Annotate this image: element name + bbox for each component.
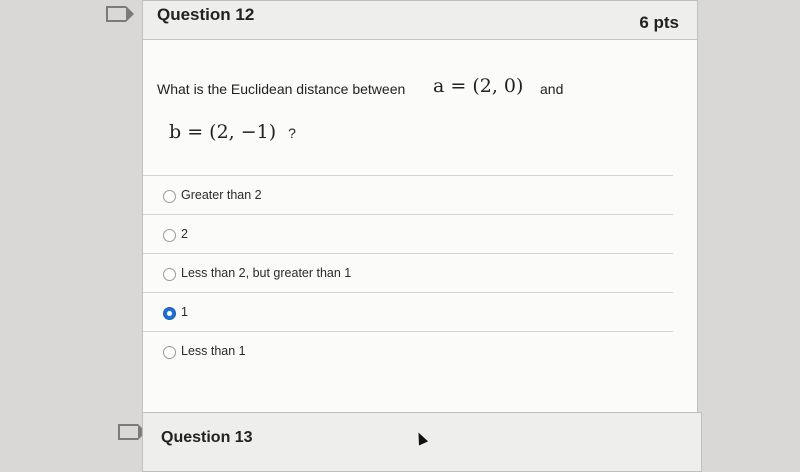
answer-label: Less than 1 — [181, 344, 246, 358]
bookmark-icon[interactable] — [106, 6, 134, 22]
radio-button[interactable] — [163, 190, 176, 203]
stem-line-2: b = (2, −1) ? — [169, 121, 296, 143]
answer-label: 1 — [181, 305, 188, 319]
radio-button-selected[interactable] — [163, 307, 176, 320]
radio-button[interactable] — [163, 268, 176, 281]
math-point-a: a = (2, 0) — [433, 75, 524, 97]
answer-option-less-than-1[interactable]: Less than 1 — [143, 331, 673, 370]
answer-label: Greater than 2 — [181, 188, 262, 202]
math-point-b: b = (2, −1) — [169, 121, 277, 143]
question-points: 6 pts — [639, 13, 679, 32]
answer-option-1[interactable]: 1 — [143, 292, 673, 331]
stem-text: What is the Euclidean distance between — [157, 81, 406, 97]
answer-option-greater-than-2[interactable]: Greater than 2 — [143, 175, 673, 214]
answer-option-between-1-and-2[interactable]: Less than 2, but greater than 1 — [143, 253, 673, 292]
radio-button[interactable] — [163, 346, 176, 359]
answer-label: 2 — [181, 227, 188, 241]
question-card: Question 12 6 pts What is the Euclidean … — [142, 0, 698, 414]
next-question-title: Question 13 — [161, 429, 253, 446]
stem-conjunction: and — [540, 81, 564, 97]
question-header: Question 12 6 pts — [143, 1, 697, 40]
question-mark: ? — [288, 125, 296, 141]
answer-label: Less than 2, but greater than 1 — [181, 266, 352, 280]
bookmark-icon[interactable] — [118, 424, 146, 440]
question-title: Question 12 — [157, 5, 255, 24]
answer-option-2[interactable]: 2 — [143, 214, 673, 253]
answer-list: Greater than 2 2 Less than 2, but greate… — [143, 175, 673, 370]
radio-button[interactable] — [163, 229, 176, 242]
